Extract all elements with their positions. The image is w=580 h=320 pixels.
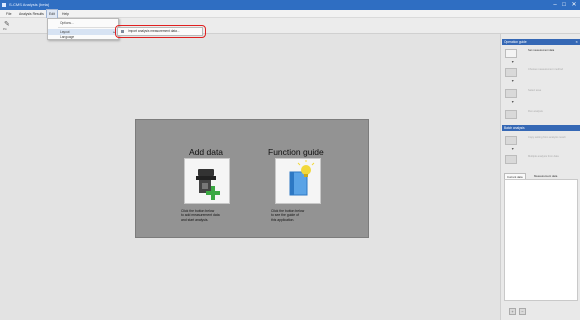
measurement-icon <box>505 49 517 58</box>
close-button[interactable]: ✕ <box>570 1 578 9</box>
guide-step-select-area[interactable]: Select area <box>504 89 578 98</box>
edit-dropdown-menu: Options... Layout ▸ Language <box>47 18 119 40</box>
batch-icon <box>505 155 517 164</box>
function-guide-description: Click the button below to see the guide … <box>271 209 305 222</box>
batch-step-multiple-analysis[interactable]: Multiple analysis from data <box>504 155 578 164</box>
arrow-down-icon: ▼ <box>511 60 515 64</box>
guide-step-set-measurement-data[interactable]: Set measurement data <box>504 49 578 58</box>
maximize-button[interactable]: □ <box>560 1 568 9</box>
area-icon <box>505 89 517 98</box>
menu-bar: File Analysis Results Edit Help <box>0 9 580 19</box>
title-bar: S-CMS Analysis (beta) – □ ✕ <box>0 0 580 10</box>
menu-item-options[interactable]: Options... <box>48 20 118 26</box>
add-data-icon <box>196 169 220 200</box>
arrow-down-icon: ▼ <box>511 100 515 104</box>
menu-separator <box>58 27 116 28</box>
guide-step-choose-method[interactable]: Choose measurement method <box>504 68 578 77</box>
window-title: S-CMS Analysis (beta) <box>9 2 50 7</box>
pin-icon[interactable]: ✎ <box>4 21 10 28</box>
arrow-down-icon: ▼ <box>511 79 515 83</box>
copy-icon <box>505 136 517 145</box>
right-panel: Operation guide ✕ Set measurement data ▼… <box>500 34 580 320</box>
menu-edit[interactable]: Edit <box>46 9 58 19</box>
guide-step-run-analysis[interactable]: Run analysis <box>504 110 578 119</box>
menu-file[interactable]: File <box>4 10 13 18</box>
toolbar-button-label: Pin <box>3 28 7 31</box>
menu-analysis-results[interactable]: Analysis Results <box>17 10 46 18</box>
batch-step-copy-setting[interactable]: Copy setting from analysis result <box>504 136 578 145</box>
analysis-icon <box>505 110 517 119</box>
add-item-button[interactable]: + <box>509 308 516 315</box>
panel-close-icon[interactable]: ✕ <box>575 39 578 45</box>
menu-item-language[interactable]: Language <box>48 34 118 40</box>
minimize-button[interactable]: – <box>551 1 559 9</box>
batch-analysis-header: Batch analysis <box>502 125 580 131</box>
operation-guide-header: Operation guide ✕ <box>502 39 580 45</box>
function-guide-title: Function guide <box>268 147 324 157</box>
remove-item-button[interactable]: − <box>519 308 526 315</box>
welcome-panel: Add data Click the button below to add m… <box>135 119 369 238</box>
function-guide-icon <box>289 160 315 196</box>
add-data-description: Click the button below to add measuremen… <box>181 209 220 222</box>
data-list[interactable] <box>504 179 578 301</box>
function-guide-button[interactable] <box>275 158 321 204</box>
add-data-button[interactable] <box>184 158 230 204</box>
app-icon <box>2 3 6 7</box>
arrow-down-icon: ▼ <box>511 147 515 151</box>
method-icon <box>505 68 517 77</box>
add-data-title: Add data <box>189 147 224 157</box>
menu-help[interactable]: Help <box>60 10 71 18</box>
highlight-annotation <box>115 25 206 38</box>
